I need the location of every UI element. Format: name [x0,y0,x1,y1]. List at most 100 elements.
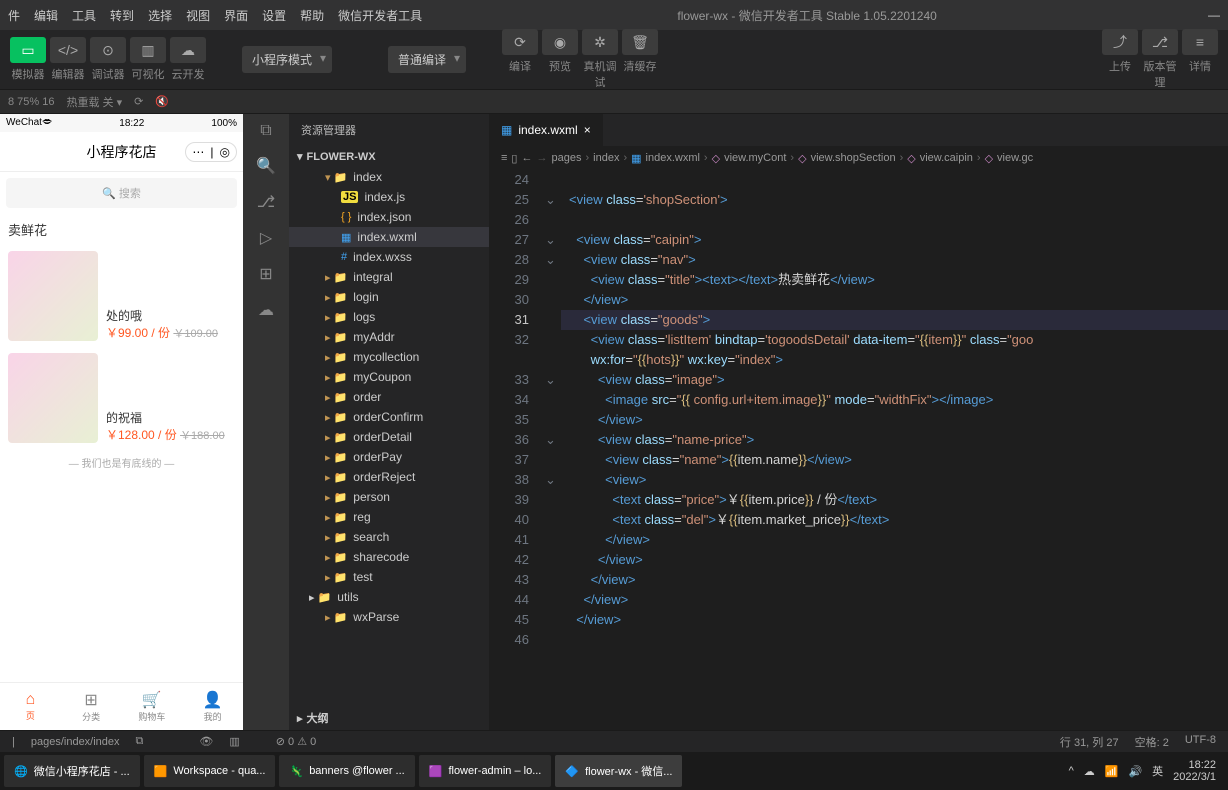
git-icon[interactable]: ⎇ [257,192,275,212]
taskbar-item[interactable]: 🌐微信小程序花店 - ... [4,755,140,787]
breadcrumb-item[interactable]: index [593,152,619,164]
taskbar-item[interactable]: 🔷flower-wx - 微信... [555,755,682,787]
tree-item[interactable]: ▸ 📁orderDetail [289,427,489,447]
device-debug-button[interactable]: ✲ [582,29,618,55]
sim-tab[interactable]: ⊞分类 [61,683,122,730]
tree-item[interactable]: ▸ 📁orderReject [289,467,489,487]
visibility-icon[interactable]: 👁 [199,735,213,748]
files-icon[interactable]: ⧉ [260,122,271,140]
upload-button[interactable]: ⤴ [1102,29,1138,55]
cloud-tray-icon[interactable]: ☁ [1084,765,1095,778]
debugger-button[interactable]: ⊙ [90,37,126,63]
path-info[interactable]: pages/index/index [31,736,120,748]
compile-button[interactable]: ⟳ [502,29,538,55]
menu-item[interactable]: 工具 [72,7,96,24]
tree-item[interactable]: ▸ 📁search [289,527,489,547]
tree-item[interactable]: ▸ 📁wxParse [289,607,489,627]
tree-item[interactable]: ▾ 📁index [289,167,489,187]
menu-item[interactable]: 转到 [110,7,134,24]
breadcrumb-item[interactable]: view.shopSection [811,152,896,164]
tree-item[interactable]: #index.wxss [289,247,489,267]
volume-icon[interactable]: 🔊 [1128,765,1142,778]
tree-item[interactable]: JSindex.js [289,187,489,207]
clear-cache-button[interactable]: 🗑 [622,29,658,55]
minimize-icon[interactable]: — [1208,8,1220,22]
sim-product[interactable]: 的祝福￥128.00 / 份 ￥188.00 [0,347,243,449]
tree-item[interactable]: ▸ 📁utils [289,587,489,607]
search-icon[interactable]: 🔍 [256,156,276,176]
detail-button[interactable]: ≡ [1182,29,1218,55]
indent-info[interactable]: 空格: 2 [1135,734,1169,750]
project-name[interactable]: ▾ FLOWER-WX [289,146,489,167]
encoding-info[interactable]: UTF-8 [1185,734,1216,750]
tray-up-icon[interactable]: ^ [1069,765,1074,777]
hot-reload-toggle[interactable]: 热重载 关 ▾ [66,94,122,110]
tree-item[interactable]: ▸ 📁login [289,287,489,307]
tree-item[interactable]: ▸ 📁integral [289,267,489,287]
clock-date[interactable]: 2022/3/1 [1173,771,1216,783]
cloud-button[interactable]: ☁ [170,37,206,63]
tree-item[interactable]: ▸ 📁reg [289,507,489,527]
breadcrumb[interactable]: ≡ ▯ ← → pages›index›▦ index.wxml›◇ view.… [489,146,1228,170]
mode-select[interactable]: 小程序模式 [242,46,332,73]
tree-item[interactable]: ▸ 📁sharecode [289,547,489,567]
menu-item[interactable]: 界面 [224,7,248,24]
simulator-button[interactable]: ▭ [10,37,46,63]
nav-icon[interactable]: ≡ [501,152,507,164]
preview-button[interactable]: ◉ [542,29,578,55]
taskbar-item[interactable]: 🟪flower-admin – lo... [419,755,552,787]
extensions-icon[interactable]: ⊞ [259,264,272,284]
code-editor[interactable]: 2425262728293031323334353637383940414243… [489,170,1228,730]
breadcrumb-item[interactable]: pages [551,152,581,164]
compile-mode-select[interactable]: 普通编译 [388,46,466,73]
ime-indicator[interactable]: 英 [1152,763,1163,779]
close-tab-icon[interactable]: × [584,123,591,137]
capsule-menu-icon[interactable]: ⋯ [192,145,204,159]
sim-tab[interactable]: ⌂页 [0,683,61,730]
tree-item[interactable]: ▦index.wxml [289,227,489,247]
forward-icon[interactable]: → [536,152,547,164]
zoom-info[interactable]: 8 75% 16 [8,96,54,108]
sim-tab[interactable]: 👤我的 [182,683,243,730]
sim-product[interactable]: 处的哦￥99.00 / 份 ￥109.00 [0,245,243,347]
refresh-icon[interactable]: ⟳ [134,95,143,108]
tree-item[interactable]: ▸ 📁logs [289,307,489,327]
bookmark-icon[interactable]: ▯ [511,152,517,165]
taskbar-item[interactable]: 🦎banners @flower ... [279,755,414,787]
menu-item[interactable]: 视图 [186,7,210,24]
menu-item[interactable]: 帮助 [300,7,324,24]
problems-info[interactable]: ⊘ 0 ⚠ 0 [276,735,316,748]
tree-item[interactable]: ▸ 📁mycollection [289,347,489,367]
breadcrumb-item[interactable]: view.gc [997,152,1033,164]
debug-icon[interactable]: ▷ [260,228,272,248]
tree-item[interactable]: ▸ 📁test [289,567,489,587]
tree-item[interactable]: ▸ 📁person [289,487,489,507]
capsule-close-icon[interactable]: ◎ [220,145,230,159]
sim-capsule[interactable]: ⋯ | ◎ [185,142,237,162]
cloud-icon[interactable]: ☁ [258,300,274,320]
breadcrumb-item[interactable]: view.myCont [724,152,786,164]
menu-item[interactable]: 微信开发者工具 [338,7,422,24]
sim-tab[interactable]: 🛒购物车 [122,683,183,730]
tree-item[interactable]: ▸ 📁orderPay [289,447,489,467]
mute-icon[interactable]: 🔇 [155,95,169,108]
editor-button[interactable]: </> [50,37,86,63]
tab-index-wxml[interactable]: ▦ index.wxml × [489,114,604,146]
outline-section[interactable]: ▸ 大纲 [289,706,489,730]
back-icon[interactable]: ← [521,152,532,164]
cursor-position[interactable]: 行 31, 列 27 [1060,734,1119,750]
clock-time[interactable]: 18:22 [1173,759,1216,771]
version-button[interactable]: ⎇ [1142,29,1178,55]
menu-item[interactable]: 选择 [148,7,172,24]
menu-item[interactable]: 设置 [262,7,286,24]
tree-item[interactable]: ▸ 📁myAddr [289,327,489,347]
tree-item[interactable]: ▸ 📁order [289,387,489,407]
sim-search[interactable]: 🔍 搜索 [6,178,237,208]
breadcrumb-item[interactable]: view.caipin [920,152,973,164]
tree-item[interactable]: { }index.json [289,207,489,227]
breadcrumb-item[interactable]: index.wxml [646,152,700,164]
visualize-button[interactable]: ▥ [130,37,166,63]
menu-item[interactable]: 件 [8,7,20,24]
menu-item[interactable]: 编辑 [34,7,58,24]
taskbar-item[interactable]: 🟧Workspace - qua... [144,755,276,787]
